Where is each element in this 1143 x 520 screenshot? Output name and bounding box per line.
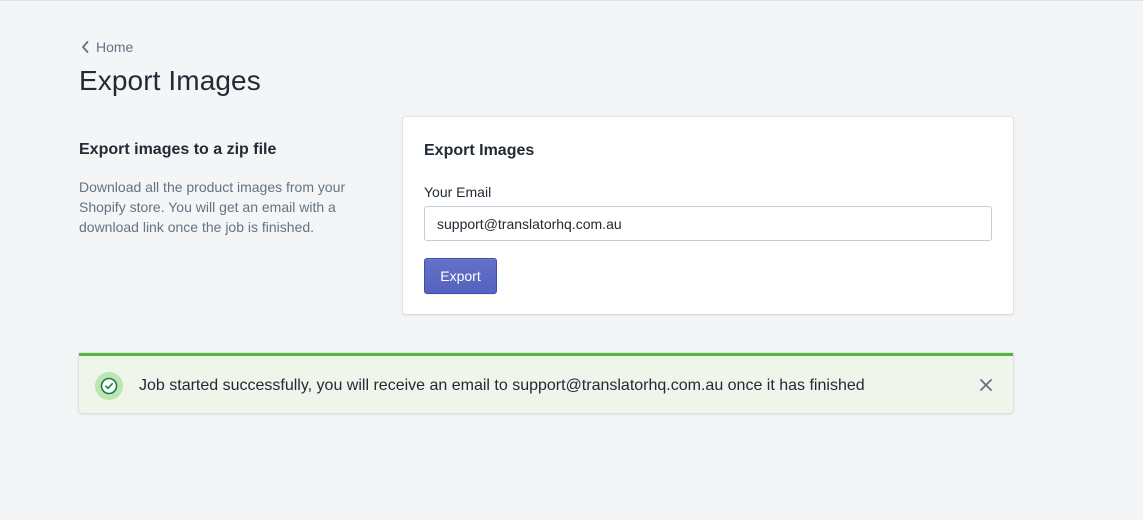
success-banner: Job started successfully, you will recei… <box>79 353 1013 413</box>
page-title: Export Images <box>79 65 261 96</box>
section-annotation: Export images to a zip file Download all… <box>79 141 369 237</box>
export-card: Export Images Your Email Export <box>403 117 1013 314</box>
banner-message: Job started successfully, you will recei… <box>139 377 865 394</box>
breadcrumb[interactable]: Home <box>80 39 133 55</box>
email-field[interactable] <box>424 206 992 241</box>
export-button[interactable]: Export <box>424 258 497 294</box>
section-heading: Export images to a zip file <box>79 141 277 158</box>
chevron-left-icon <box>80 40 90 54</box>
section-description: Download all the product images from you… <box>79 179 346 235</box>
email-label: Your Email <box>424 184 492 200</box>
close-icon[interactable] <box>977 376 995 394</box>
breadcrumb-label[interactable]: Home <box>96 39 133 55</box>
card-title: Export Images <box>424 142 535 159</box>
checkmark-circle-icon <box>95 372 123 400</box>
